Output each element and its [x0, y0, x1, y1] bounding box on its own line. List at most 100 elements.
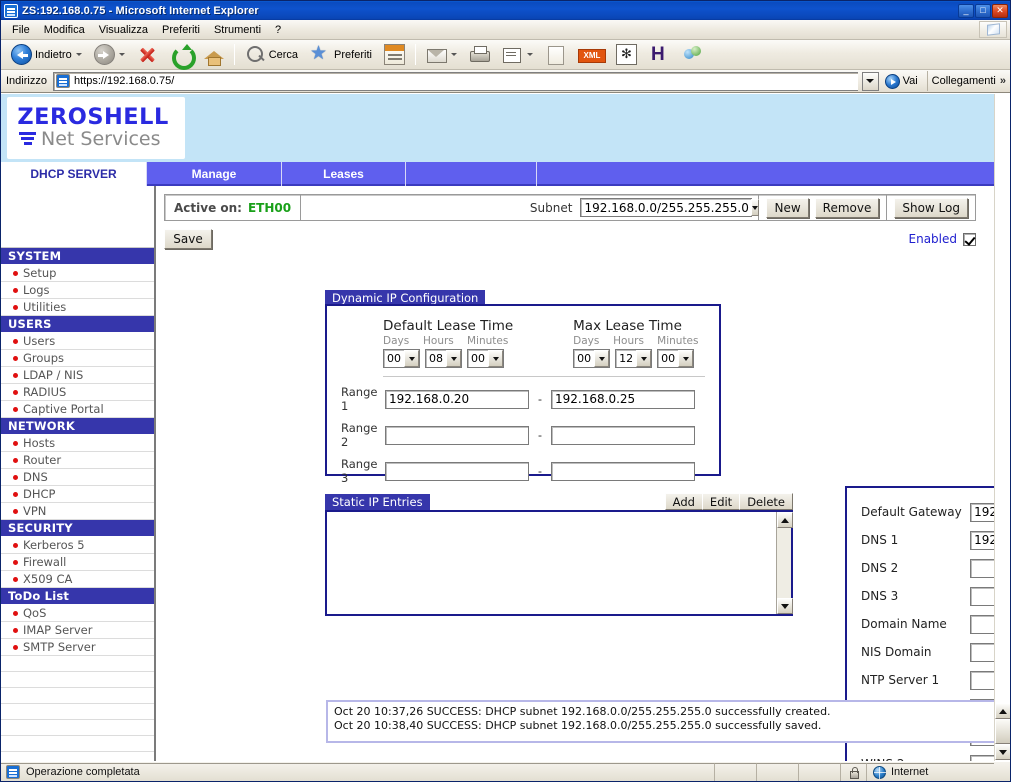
mail-button[interactable]	[421, 43, 462, 67]
search-button[interactable]: Cerca	[240, 43, 303, 67]
dns-3-input[interactable]	[970, 586, 994, 606]
menu-item-visualizza[interactable]: Visualizza	[92, 22, 155, 38]
home-button[interactable]	[198, 43, 229, 67]
sidebar-item-utilities[interactable]: Utilities	[1, 299, 154, 316]
mail-dropdown-caret-icon[interactable]	[450, 53, 457, 56]
menu-item-modifica[interactable]: Modifica	[37, 22, 92, 38]
menu-item-file[interactable]: File	[5, 22, 37, 38]
sidebar-item-users[interactable]: Users	[1, 333, 154, 350]
page-scrollbar-track[interactable]	[995, 703, 1010, 761]
default-gateway-input[interactable]: 192.168.0.75	[970, 502, 994, 522]
max-lease-minutes-select[interactable]: 00	[657, 349, 695, 368]
chevron-down-icon[interactable]	[594, 350, 610, 367]
sidebar-item-logs[interactable]: Logs	[1, 282, 154, 299]
back-dropdown-caret-icon[interactable]	[75, 53, 82, 56]
messenger-button[interactable]	[677, 43, 708, 67]
minimize-button[interactable]: _	[958, 3, 974, 18]
sidebar-item-router[interactable]: Router	[1, 452, 154, 469]
enabled-toggle[interactable]: Enabled	[909, 232, 976, 246]
nis-domain-input[interactable]	[970, 642, 994, 662]
max-lease-days-select[interactable]: 00	[573, 349, 611, 368]
chevron-double-right-icon[interactable]: »	[1000, 75, 1006, 87]
stop-button[interactable]	[132, 43, 163, 67]
edit-dropdown-caret-icon[interactable]	[526, 53, 533, 56]
sidebar-item-x509-ca[interactable]: X509 CA	[1, 571, 154, 588]
maximize-button[interactable]: □	[975, 3, 991, 18]
edit-button[interactable]	[497, 43, 538, 67]
menu-item-help[interactable]: ?	[268, 22, 288, 38]
sidebar-item-radius[interactable]: RADIUS	[1, 384, 154, 401]
resize-grip-icon[interactable]	[994, 771, 1010, 773]
default-lease-minutes-select[interactable]: 00	[467, 349, 504, 368]
static-scroll-up-button[interactable]	[777, 512, 793, 528]
links-button[interactable]: Collegamenti »	[926, 71, 1010, 91]
remove-button[interactable]: Remove	[814, 197, 880, 218]
media-button[interactable]	[611, 43, 642, 67]
domain-name-input[interactable]	[970, 614, 994, 634]
address-dropdown-button[interactable]	[861, 71, 879, 91]
static-list-scrollbar[interactable]	[776, 512, 793, 614]
menu-item-strumenti[interactable]: Strumenti	[207, 22, 268, 38]
page-scroll-down-button[interactable]	[995, 744, 1010, 760]
dns-2-input[interactable]	[970, 558, 994, 578]
refresh-button[interactable]	[165, 43, 196, 70]
tab-empty-2[interactable]	[537, 162, 994, 186]
forward-dropdown-caret-icon[interactable]	[118, 53, 125, 56]
address-input[interactable]: https://192.168.0.75/	[52, 71, 858, 91]
add-button[interactable]: Add	[664, 493, 702, 510]
sidebar-item-firewall[interactable]: Firewall	[1, 554, 154, 571]
max-lease-hours-select[interactable]: 12	[615, 349, 653, 368]
show-log-button[interactable]: Show Log	[894, 197, 968, 218]
sidebar-item-captive-portal[interactable]: Captive Portal	[1, 401, 154, 418]
favorites-button[interactable]: Preferiti	[305, 42, 377, 67]
xml-button[interactable]	[573, 43, 609, 67]
sidebar-item-smtp-server[interactable]: SMTP Server	[1, 639, 154, 656]
chevron-down-icon[interactable]	[404, 350, 419, 367]
sidebar-item-dhcp[interactable]: DHCP	[1, 486, 154, 503]
sidebar-item-setup[interactable]: Setup	[1, 265, 154, 282]
range-3-to-input[interactable]	[551, 461, 695, 481]
range-2-to-input[interactable]	[551, 425, 695, 445]
new-button[interactable]: New	[766, 197, 809, 218]
range-1-to-input[interactable]: 192.168.0.25	[551, 389, 695, 409]
wins-2-input[interactable]	[970, 754, 994, 761]
ntp-server-1-input[interactable]	[970, 670, 994, 690]
history-button[interactable]	[379, 43, 410, 67]
go-button[interactable]: Vai	[883, 71, 923, 91]
sidebar-item-dns[interactable]: DNS	[1, 469, 154, 486]
chevron-down-icon[interactable]	[750, 199, 759, 216]
sidebar-item-imap-server[interactable]: IMAP Server	[1, 622, 154, 639]
tab-manage[interactable]: Manage	[147, 162, 282, 186]
sidebar-item-groups[interactable]: Groups	[1, 350, 154, 367]
h-toolbar-button[interactable]	[644, 43, 675, 67]
page-scroll-up-button[interactable]	[995, 703, 1010, 719]
menu-item-preferiti[interactable]: Preferiti	[155, 22, 207, 38]
sidebar-item-vpn[interactable]: VPN	[1, 503, 154, 520]
back-button[interactable]: Indietro	[6, 43, 87, 67]
sidebar-item-kerberos-5[interactable]: Kerberos 5	[1, 537, 154, 554]
sidebar-item-hosts[interactable]: Hosts	[1, 435, 154, 452]
tab-empty-1[interactable]	[406, 162, 537, 186]
tab-dhcp-server[interactable]: DHCP SERVER	[1, 162, 147, 186]
page-scroll-thumb[interactable]	[995, 719, 1010, 744]
edit-button[interactable]: Edit	[701, 493, 740, 510]
default-lease-hours-select[interactable]: 08	[425, 349, 462, 368]
sidebar-item-ldap-nis[interactable]: LDAP / NIS	[1, 367, 154, 384]
static-ip-list[interactable]	[327, 512, 776, 614]
page-scrollbar[interactable]	[994, 94, 1010, 761]
chevron-down-icon[interactable]	[446, 350, 461, 367]
tab-leases[interactable]: Leases	[282, 162, 406, 186]
chevron-down-icon[interactable]	[678, 350, 694, 367]
print-button[interactable]	[464, 43, 495, 67]
save-button[interactable]: Save	[164, 229, 212, 249]
close-button[interactable]: ✕	[992, 3, 1008, 18]
range-2-from-input[interactable]	[385, 425, 529, 445]
sidebar-item-qos[interactable]: QoS	[1, 605, 154, 622]
chevron-down-icon[interactable]	[488, 350, 503, 367]
range-1-from-input[interactable]: 192.168.0.20	[385, 389, 529, 409]
delete-button[interactable]: Delete	[739, 493, 793, 510]
blank-page-button[interactable]	[540, 43, 571, 67]
subnet-select[interactable]: 192.168.0.0/255.255.255.0	[580, 198, 759, 217]
dns-1-input[interactable]: 192.168.0.75	[970, 530, 994, 550]
default-lease-days-select[interactable]: 00	[383, 349, 420, 368]
